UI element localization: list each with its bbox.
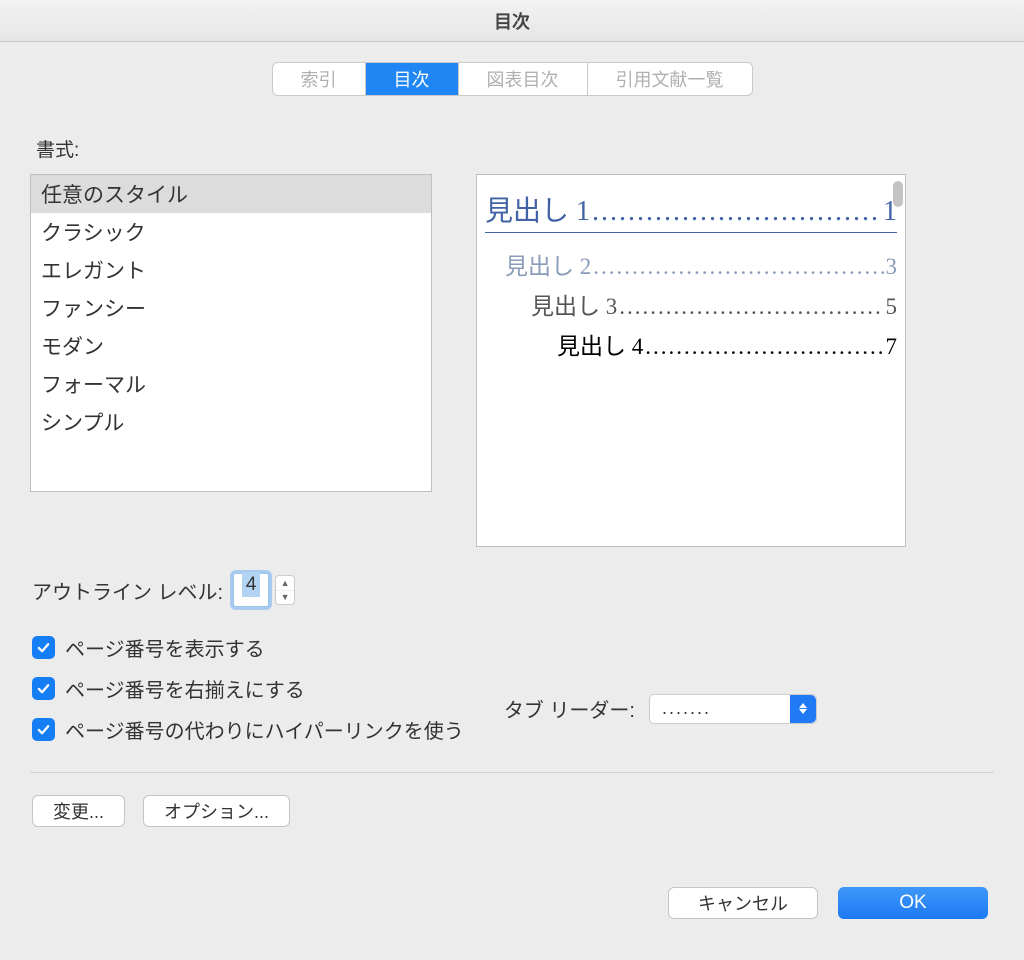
checkbox-right-align[interactable]: ページ番号を右揃えにする bbox=[32, 674, 464, 703]
cancel-button[interactable]: キャンセル bbox=[668, 887, 818, 919]
preview-h2-page: 3 bbox=[886, 254, 898, 280]
preview-heading-3: 見出し 3 ..................................… bbox=[485, 287, 897, 321]
preview-h1-label: 見出し 1 bbox=[485, 189, 590, 229]
style-item-modern[interactable]: モダン bbox=[31, 327, 431, 365]
outline-level-label: アウトライン レベル: bbox=[32, 576, 223, 605]
dropdown-caret-icon bbox=[790, 695, 816, 723]
style-listbox[interactable]: 任意のスタイル クラシック エレガント ファンシー モダン フォーマル シンプル bbox=[30, 174, 432, 492]
style-item-simple[interactable]: シンプル bbox=[31, 403, 431, 441]
preview-h2-label: 見出し 2 bbox=[505, 247, 591, 281]
style-item-classic[interactable]: クラシック bbox=[31, 213, 431, 251]
preview-h4-dots: ........................................… bbox=[645, 334, 883, 360]
preview-pane: 見出し 1 ..................................… bbox=[476, 174, 906, 547]
tab-leader-value: ....... bbox=[662, 698, 711, 719]
preview-heading-1: 見出し 1 ..................................… bbox=[485, 189, 897, 233]
tab-leader-select[interactable]: ....... bbox=[649, 694, 817, 724]
options-button[interactable]: オプション... bbox=[143, 795, 290, 827]
tab-index[interactable]: 索引 bbox=[273, 63, 366, 95]
tab-bar: 索引 目次 図表目次 引用文献一覧 bbox=[272, 62, 753, 96]
outline-level-stepper[interactable]: 4 ▲ ▼ bbox=[233, 573, 295, 607]
style-item-fancy[interactable]: ファンシー bbox=[31, 289, 431, 327]
preview-h2-dots: ........................................… bbox=[593, 254, 883, 280]
divider bbox=[30, 772, 994, 773]
checkbox-label: ページ番号の代わりにハイパーリンクを使う bbox=[65, 715, 464, 744]
tab-leader-label: タブ リーダー: bbox=[504, 694, 635, 723]
tab-citations[interactable]: 引用文献一覧 bbox=[588, 63, 752, 95]
style-item-formal[interactable]: フォーマル bbox=[31, 365, 431, 403]
checkmark-icon bbox=[32, 636, 55, 659]
outline-level-input[interactable]: 4 bbox=[233, 573, 269, 607]
preview-h3-dots: ........................................… bbox=[619, 294, 883, 320]
preview-h4-page: 7 bbox=[886, 334, 898, 360]
checkbox-show-page-numbers[interactable]: ページ番号を表示する bbox=[32, 633, 464, 662]
preview-heading-2: 見出し 2 ..................................… bbox=[485, 247, 897, 281]
preview-heading-4: 見出し 4 ..................................… bbox=[485, 327, 897, 361]
preview-h1-dots: ........................................… bbox=[592, 196, 881, 228]
checkmark-icon bbox=[32, 718, 55, 741]
tab-toc[interactable]: 目次 bbox=[366, 63, 459, 95]
preview-scrollbar[interactable] bbox=[893, 181, 903, 207]
stepper-up-icon[interactable]: ▲ bbox=[276, 576, 294, 591]
tab-figures[interactable]: 図表目次 bbox=[459, 63, 588, 95]
checkbox-hyperlinks[interactable]: ページ番号の代わりにハイパーリンクを使う bbox=[32, 715, 464, 744]
modify-button[interactable]: 変更... bbox=[32, 795, 125, 827]
style-item-elegant[interactable]: エレガント bbox=[31, 251, 431, 289]
preview-h4-label: 見出し 4 bbox=[557, 327, 643, 361]
checkbox-label: ページ番号を右揃えにする bbox=[65, 674, 305, 703]
stepper-down-icon[interactable]: ▼ bbox=[276, 591, 294, 605]
format-label: 書式: bbox=[36, 135, 994, 162]
checkbox-label: ページ番号を表示する bbox=[65, 633, 265, 662]
ok-button[interactable]: OK bbox=[838, 887, 988, 919]
preview-h3-label: 見出し 3 bbox=[531, 287, 617, 321]
style-item-arbitrary[interactable]: 任意のスタイル bbox=[31, 175, 431, 213]
preview-h3-page: 5 bbox=[886, 294, 898, 320]
checkmark-icon bbox=[32, 677, 55, 700]
dialog-title: 目次 bbox=[0, 0, 1024, 42]
